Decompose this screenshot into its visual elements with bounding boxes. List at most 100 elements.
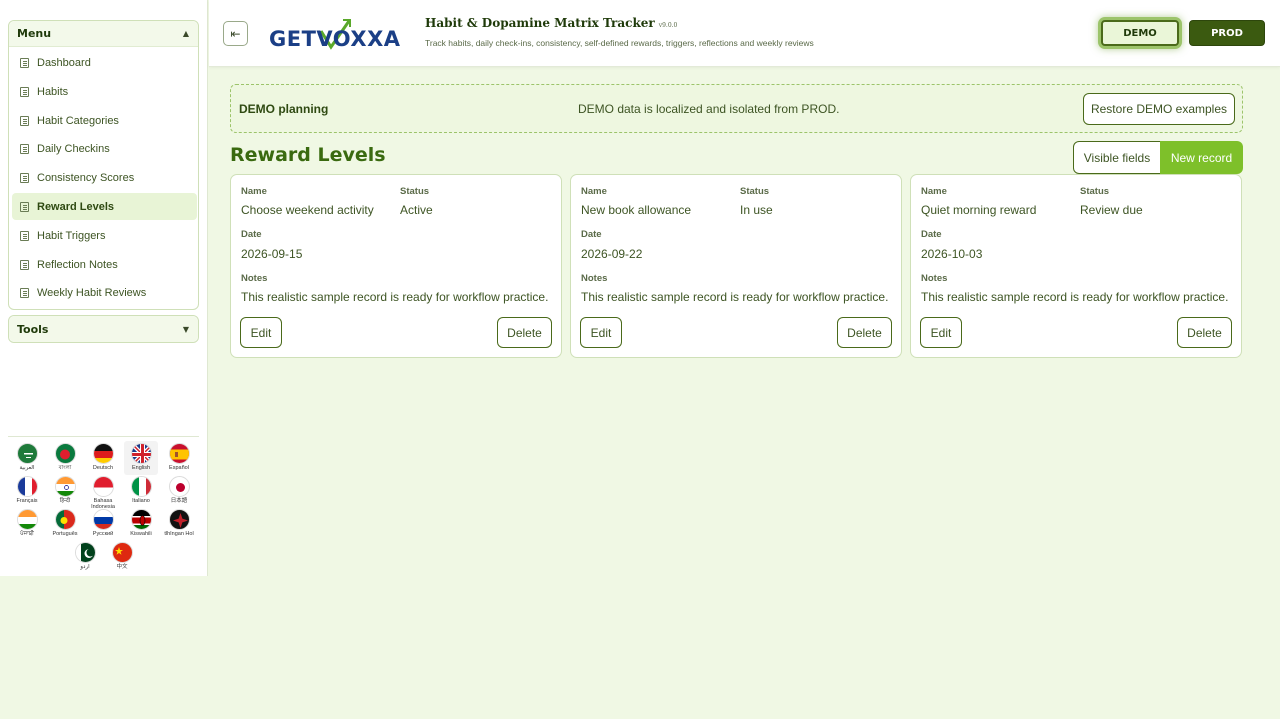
delete-button[interactable]: Delete	[837, 317, 892, 348]
language-label: tlhIngan Hol	[164, 531, 194, 537]
language-german[interactable]: Deutsch	[86, 443, 120, 471]
prod-env-button[interactable]: PROD	[1189, 20, 1265, 46]
delete-button[interactable]: Delete	[497, 317, 552, 348]
bangladesh-flag-icon	[54, 443, 76, 464]
menu-panel: Menu ▲ Dashboard Habits Habit Categories…	[8, 20, 199, 310]
menu-title: Menu	[17, 27, 52, 40]
language-label: Español	[169, 465, 189, 471]
pakistan-flag-icon	[74, 542, 96, 563]
language-russian[interactable]: Русский	[86, 509, 120, 537]
sidebar-item-label: Consistency Scores	[37, 171, 135, 184]
sidebar-item-habits[interactable]: Habits	[12, 78, 197, 105]
edit-button[interactable]: Edit	[920, 317, 962, 348]
record-status: In use	[740, 203, 773, 217]
language-bangla[interactable]: বাংলা	[48, 443, 82, 471]
document-icon	[20, 230, 29, 241]
language-label: Русский	[92, 531, 114, 537]
demo-banner-message: DEMO data is localized and isolated from…	[578, 102, 840, 116]
language-italian[interactable]: Italiano	[124, 476, 158, 504]
germany-flag-icon	[92, 443, 114, 464]
notes-label: Notes	[241, 273, 268, 284]
sidebar-item-reward-levels[interactable]: Reward Levels	[12, 193, 197, 220]
language-swahili[interactable]: Kiswahili	[124, 509, 158, 537]
visible-fields-button[interactable]: Visible fields	[1073, 141, 1161, 174]
collapse-sidebar-button[interactable]: ⇤	[223, 21, 248, 46]
app-title: Habit & Dopamine Matrix Tracker v9.0.0	[425, 16, 677, 30]
language-label: Kiswahili	[130, 531, 152, 537]
language-label: Português	[52, 531, 78, 537]
date-label: Date	[581, 229, 602, 240]
tools-header[interactable]: Tools ▼	[9, 316, 198, 342]
document-icon	[20, 86, 29, 97]
name-label: Name	[581, 186, 607, 197]
china-flag-icon	[111, 542, 133, 563]
sidebar-item-label: Dashboard	[37, 56, 91, 69]
language-hindi[interactable]: हिन्दी	[48, 476, 82, 504]
document-icon	[20, 259, 29, 270]
language-english[interactable]: English	[124, 441, 158, 475]
page-title: Reward Levels	[230, 144, 386, 166]
logo: GETVOXXA	[269, 17, 411, 53]
restore-demo-button[interactable]: Restore DEMO examples	[1083, 93, 1235, 125]
language-punjabi[interactable]: ਪੰਜਾਬੀ	[10, 509, 44, 537]
document-icon	[20, 287, 29, 298]
language-urdu[interactable]: اردو	[68, 542, 102, 570]
sidebar-item-label: Habit Categories	[37, 114, 119, 127]
sidebar-item-weekly-habit-reviews[interactable]: Weekly Habit Reviews	[12, 279, 197, 306]
language-arabic[interactable]: العربية	[10, 443, 44, 471]
language-label: Deutsch	[92, 465, 114, 471]
sidebar-item-habit-categories[interactable]: Habit Categories	[12, 107, 197, 134]
demo-banner-title: DEMO planning	[239, 102, 329, 116]
language-label: ਪੰਜਾਬੀ	[20, 531, 34, 537]
language-label: Italiano	[132, 498, 150, 504]
edit-button[interactable]: Edit	[580, 317, 622, 348]
sidebar-item-daily-checkins[interactable]: Daily Checkins	[12, 135, 197, 162]
language-indonesian[interactable]: Bahasa Indonesia	[86, 476, 120, 510]
record-name: New book allowance	[581, 203, 692, 217]
name-label: Name	[241, 186, 267, 197]
app-title-text: Habit & Dopamine Matrix Tracker	[425, 16, 655, 30]
language-label: Français	[16, 498, 38, 504]
uk-flag-icon	[130, 443, 152, 464]
record-card: Name Status Quiet morning reward Review …	[910, 174, 1242, 358]
app-header: ⇤ GETVOXXA Habit & Dopamine Matrix Track…	[209, 0, 1280, 67]
record-name: Choose weekend activity	[241, 203, 374, 217]
language-label: বাংলা	[58, 465, 72, 471]
chevron-up-icon: ▲	[182, 29, 189, 38]
sidebar-item-label: Habits	[37, 85, 69, 98]
sidebar-item-label: Reflection Notes	[37, 258, 118, 271]
language-chinese[interactable]: 中文	[105, 542, 139, 570]
notes-label: Notes	[921, 273, 948, 284]
date-label: Date	[921, 229, 942, 240]
portugal-flag-icon	[54, 509, 76, 530]
klingon-flag-icon	[168, 509, 190, 530]
language-portuguese[interactable]: Português	[48, 509, 82, 537]
sidebar-item-habit-triggers[interactable]: Habit Triggers	[12, 222, 197, 249]
menu-header[interactable]: Menu ▲	[9, 21, 198, 47]
sidebar-item-label: Daily Checkins	[37, 142, 110, 155]
sidebar-item-dashboard[interactable]: Dashboard	[12, 49, 197, 76]
collapse-menu-icon: ⇤	[230, 26, 241, 41]
language-label: العربية	[19, 465, 35, 471]
indonesia-flag-icon	[92, 476, 114, 497]
language-french[interactable]: Français	[10, 476, 44, 504]
demo-env-button[interactable]: DEMO	[1101, 20, 1179, 46]
language-spanish[interactable]: Español	[162, 443, 196, 471]
language-selector: العربية বাংলা Deutsch English Español Fr…	[8, 436, 199, 570]
date-label: Date	[241, 229, 262, 240]
sidebar-item-reflection-notes[interactable]: Reflection Notes	[12, 251, 197, 278]
tools-panel[interactable]: Tools ▼	[8, 315, 199, 343]
spain-flag-icon	[168, 443, 190, 464]
language-klingon[interactable]: tlhIngan Hol	[162, 509, 196, 537]
record-date: 2026-09-15	[241, 247, 303, 261]
delete-button[interactable]: Delete	[1177, 317, 1232, 348]
record-card: Name Status New book allowance In use Da…	[570, 174, 902, 358]
new-record-button[interactable]: New record	[1160, 141, 1243, 174]
sidebar-item-consistency-scores[interactable]: Consistency Scores	[12, 164, 197, 191]
language-japanese[interactable]: 日本語	[162, 476, 196, 504]
edit-button[interactable]: Edit	[240, 317, 282, 348]
record-status: Active	[400, 203, 433, 217]
document-icon	[20, 57, 29, 68]
sidebar: Menu ▲ Dashboard Habits Habit Categories…	[0, 0, 208, 576]
app-version: v9.0.0	[658, 22, 678, 29]
